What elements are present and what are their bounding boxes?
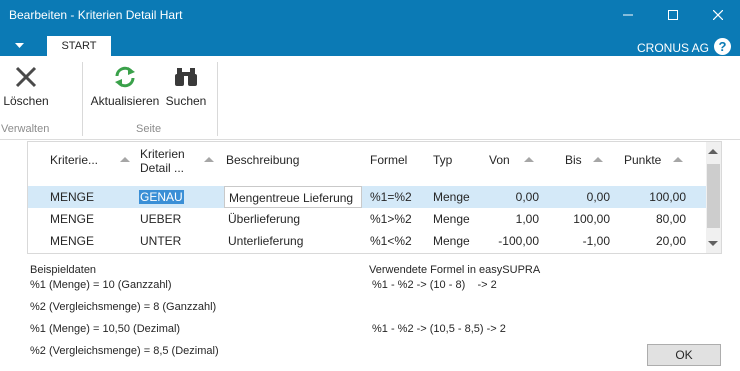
help-button[interactable]: ? bbox=[714, 38, 731, 55]
column-header-beschreibung[interactable]: Beschreibung bbox=[226, 153, 299, 167]
page-content: Kriterie... Kriterien Detail ... Beschre… bbox=[0, 141, 740, 371]
sort-arrow-icon bbox=[120, 157, 130, 162]
column-header-detail[interactable]: Kriterien Detail ... bbox=[140, 147, 185, 175]
table-row[interactable]: MENGE GENAU Mengentreue Lieferung %1=%2 … bbox=[28, 186, 707, 208]
tab-start[interactable]: START bbox=[47, 36, 111, 56]
column-header-bis[interactable]: Bis bbox=[565, 153, 582, 167]
column-header-detail-line2: Detail ... bbox=[140, 161, 185, 175]
maximize-icon bbox=[667, 10, 678, 20]
example-line: %2 (Vergleichsmenge) = 8 (Ganzzahl) bbox=[30, 301, 217, 313]
cell-typ: Menge bbox=[433, 212, 470, 226]
sort-arrow-icon bbox=[593, 157, 603, 162]
cell-detail: UNTER bbox=[140, 234, 182, 248]
formula-line: %1 - %2 -> (10,5 - 8,5) -> 2 bbox=[372, 323, 506, 335]
delete-button[interactable]: Löschen bbox=[3, 66, 49, 108]
cell-formel: %1=%2 bbox=[370, 190, 412, 204]
column-header-kriterium[interactable]: Kriterie... bbox=[50, 153, 98, 167]
cell-bis: -1,00 bbox=[582, 234, 610, 248]
cell-bis: 100,00 bbox=[573, 212, 610, 226]
column-header-detail-line1: Kriterien bbox=[140, 147, 185, 161]
sort-arrow-icon bbox=[673, 157, 683, 162]
cell-kriterium: MENGE bbox=[50, 190, 95, 204]
refresh-button[interactable]: Aktualisieren bbox=[90, 66, 160, 108]
table-row[interactable]: MENGE UEBER Überlieferung %1>%2 Menge 1,… bbox=[28, 208, 707, 230]
delete-label: Löschen bbox=[3, 94, 49, 108]
cell-detail[interactable]: GENAU bbox=[139, 190, 184, 204]
group-label-manage: Verwalten bbox=[1, 123, 50, 135]
application-menu-button[interactable] bbox=[0, 36, 38, 56]
search-label: Suchen bbox=[165, 94, 207, 108]
vertical-scrollbar[interactable] bbox=[706, 142, 721, 253]
close-button[interactable] bbox=[695, 0, 740, 30]
binoculars-icon bbox=[175, 68, 197, 86]
scrollbar-thumb[interactable] bbox=[707, 164, 720, 228]
example-heading: Beispieldaten bbox=[30, 264, 97, 276]
company-name: CRONUS AG bbox=[636, 41, 709, 55]
scroll-up-icon[interactable] bbox=[708, 148, 718, 155]
criteria-grid[interactable]: Kriterie... Kriterien Detail ... Beschre… bbox=[27, 141, 722, 254]
cell-formel: %1>%2 bbox=[370, 212, 412, 226]
caret-down-icon bbox=[14, 43, 24, 48]
column-header-typ[interactable]: Typ bbox=[433, 153, 452, 167]
formula-line: %1 - %2 -> (10 - 8) -> 2 bbox=[372, 279, 497, 291]
example-line: %2 (Vergleichsmenge) = 8,5 (Dezimal) bbox=[30, 345, 219, 357]
cell-punkte: 100,00 bbox=[649, 190, 686, 204]
ribbon-group-separator bbox=[217, 62, 218, 136]
refresh-label: Aktualisieren bbox=[90, 94, 160, 108]
cell-beschreibung: Unterlieferung bbox=[228, 234, 304, 248]
grid-header: Kriterie... Kriterien Detail ... Beschre… bbox=[28, 142, 707, 182]
maximize-button[interactable] bbox=[650, 0, 695, 30]
scroll-down-icon[interactable] bbox=[708, 240, 718, 247]
column-header-punkte[interactable]: Punkte bbox=[624, 153, 661, 167]
help-icon: ? bbox=[718, 39, 727, 54]
example-line: %1 (Menge) = 10 (Ganzzahl) bbox=[30, 279, 172, 291]
column-header-formel[interactable]: Formel bbox=[370, 153, 407, 167]
cell-typ: Menge bbox=[433, 190, 470, 204]
cell-formel: %1<%2 bbox=[370, 234, 412, 248]
sort-arrow-icon bbox=[204, 157, 214, 162]
cell-detail: UEBER bbox=[140, 212, 182, 226]
column-header-von[interactable]: Von bbox=[489, 153, 510, 167]
cell-von: 0,00 bbox=[515, 190, 539, 204]
sort-arrow-icon bbox=[524, 157, 534, 162]
cell-von: 1,00 bbox=[515, 212, 539, 226]
title-bar: Bearbeiten - Kriterien Detail Hart bbox=[0, 0, 740, 30]
cell-beschreibung: Überlieferung bbox=[228, 212, 301, 226]
formula-heading: Verwendete Formel in easySUPRA bbox=[369, 264, 541, 276]
cell-punkte: 80,00 bbox=[655, 212, 686, 226]
cell-bis: 0,00 bbox=[586, 190, 610, 204]
minimize-icon bbox=[622, 14, 633, 16]
cell-von: -100,00 bbox=[498, 234, 539, 248]
window-title: Bearbeiten - Kriterien Detail Hart bbox=[9, 8, 183, 22]
table-row[interactable]: MENGE UNTER Unterlieferung %1<%2 Menge -… bbox=[28, 230, 707, 252]
cell-beschreibung[interactable]: Mengentreue Lieferung bbox=[224, 186, 362, 208]
example-line: %1 (Menge) = 10,50 (Dezimal) bbox=[30, 323, 181, 335]
group-label-page: Seite bbox=[136, 123, 162, 135]
ribbon-tab-bar: START CRONUS AG ? bbox=[0, 30, 740, 56]
close-icon bbox=[712, 10, 723, 20]
ribbon: Löschen Aktualisieren Suchen Verwalten S… bbox=[0, 56, 740, 140]
cell-kriterium: MENGE bbox=[50, 212, 95, 226]
cell-punkte: 20,00 bbox=[655, 234, 686, 248]
search-button[interactable]: Suchen bbox=[164, 66, 208, 108]
ok-button[interactable]: OK bbox=[647, 344, 721, 366]
cell-typ: Menge bbox=[433, 234, 470, 248]
minimize-button[interactable] bbox=[605, 0, 650, 30]
ribbon-group-separator bbox=[82, 62, 83, 136]
cell-kriterium: MENGE bbox=[50, 234, 95, 248]
refresh-icon bbox=[115, 66, 135, 88]
delete-x-icon bbox=[15, 66, 37, 88]
